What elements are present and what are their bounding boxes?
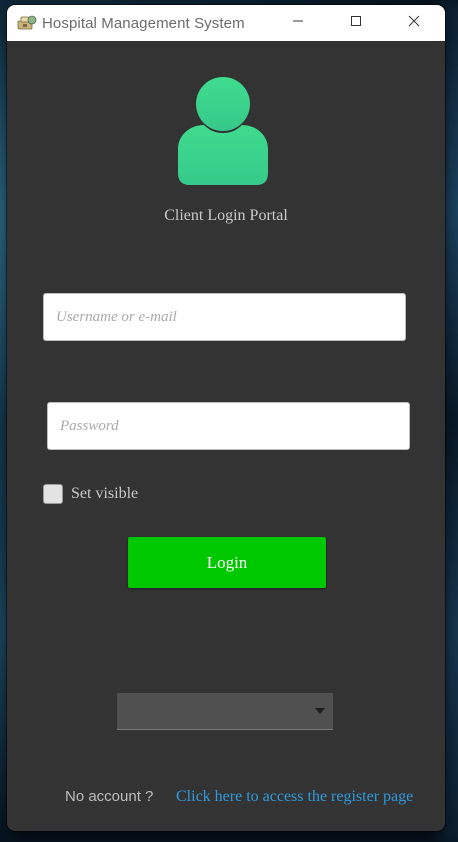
minimize-icon: [292, 14, 304, 32]
no-account-text: No account ?: [65, 788, 154, 805]
close-button[interactable]: [385, 5, 443, 41]
show-password-checkbox[interactable]: [43, 484, 63, 504]
window-title: Hospital Management System: [42, 14, 245, 32]
show-password-label: Set visible: [71, 485, 139, 502]
chevron-down-icon[interactable]: [315, 708, 325, 714]
role-select-dropdown[interactable]: [117, 693, 333, 730]
password-input[interactable]: [58, 416, 399, 436]
login-button[interactable]: Login: [128, 537, 326, 588]
close-icon: [408, 14, 420, 32]
maximize-icon: [350, 14, 362, 32]
username-input[interactable]: [54, 307, 395, 327]
app-window: Hospital Management System Client Login …: [7, 5, 445, 831]
hospital-app-icon: [17, 15, 37, 31]
username-field[interactable]: [43, 293, 406, 341]
portal-title: Client Login Portal: [164, 207, 288, 224]
title-bar[interactable]: Hospital Management System: [7, 5, 445, 41]
show-password-toggle[interactable]: Set visible: [43, 484, 138, 504]
maximize-button[interactable]: [327, 5, 385, 41]
register-link[interactable]: Click here to access the register page: [176, 788, 413, 806]
minimize-button[interactable]: [269, 5, 327, 41]
user-avatar-icon: [178, 77, 268, 187]
password-field[interactable]: [47, 402, 410, 450]
